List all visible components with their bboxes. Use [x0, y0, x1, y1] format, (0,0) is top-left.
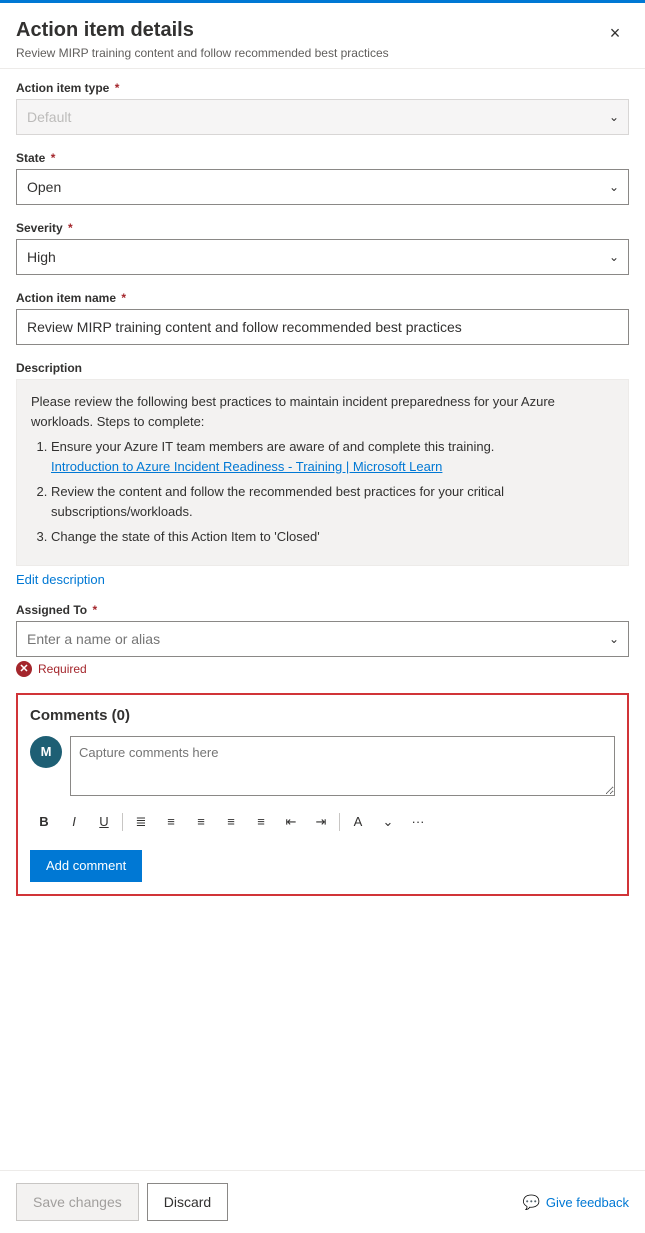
justify-button[interactable]: ≡ — [247, 808, 275, 836]
state-field: State * Open Closed In Progress ⌄ — [16, 151, 629, 205]
required-marker: * — [92, 603, 97, 617]
description-step-3: Change the state of this Action Item to … — [51, 527, 614, 547]
description-label: Description — [16, 361, 629, 375]
comment-input-area: M — [30, 736, 615, 796]
required-marker: * — [51, 151, 56, 165]
action-item-name-input[interactable] — [16, 309, 629, 345]
close-button[interactable]: × — [601, 19, 629, 47]
list-ordered-button[interactable]: ≡ — [157, 808, 185, 836]
action-item-type-field: Action item type * Default ⌄ — [16, 81, 629, 135]
assigned-to-label: Assigned To * — [16, 603, 629, 617]
action-item-type-select[interactable]: Default — [16, 99, 629, 135]
italic-button[interactable]: I — [60, 808, 88, 836]
comments-section: Comments (0) M B I U ≣ ≡ ≡ ≡ ≡ ⇤ ⇥ A ⌄ · — [16, 693, 629, 896]
underline-button[interactable]: U — [90, 808, 118, 836]
font-size-button[interactable]: A — [344, 808, 372, 836]
assigned-to-wrapper: ⌄ — [16, 621, 629, 657]
training-link[interactable]: Introduction to Azure Incident Readiness… — [51, 459, 442, 474]
required-marker: * — [68, 221, 73, 235]
action-item-type-wrapper: Default ⌄ — [16, 99, 629, 135]
description-steps: Ensure your Azure IT team members are aw… — [31, 437, 614, 547]
description-intro: Please review the following best practic… — [31, 394, 555, 429]
severity-field: Severity * High Medium Low ⌄ — [16, 221, 629, 275]
discard-button[interactable]: Discard — [147, 1183, 228, 1221]
panel-subtitle: Review MIRP training content and follow … — [16, 46, 629, 60]
state-label: State * — [16, 151, 629, 165]
assigned-to-input[interactable] — [16, 621, 629, 657]
error-icon: ✕ — [16, 661, 32, 677]
action-item-type-label: Action item type * — [16, 81, 629, 95]
required-error-text: Required — [38, 662, 87, 676]
feedback-icon: 💬 — [522, 1194, 539, 1211]
align-left-button[interactable]: ≣ — [127, 808, 155, 836]
font-size-chevron[interactable]: ⌄ — [374, 808, 402, 836]
action-item-name-field: Action item name * — [16, 291, 629, 345]
description-step-1: Ensure your Azure IT team members are aw… — [51, 437, 614, 476]
panel-title: Action item details — [16, 19, 629, 42]
assigned-to-field: Assigned To * ⌄ ✕ Required — [16, 603, 629, 677]
edit-description-link[interactable]: Edit description — [16, 572, 105, 587]
required-error: ✕ Required — [16, 661, 629, 677]
severity-wrapper: High Medium Low ⌄ — [16, 239, 629, 275]
toolbar-separator-2 — [339, 813, 340, 831]
save-changes-button[interactable]: Save changes — [16, 1183, 139, 1221]
action-item-panel: Action item details Review MIRP training… — [0, 0, 645, 1233]
avatar: M — [30, 736, 62, 768]
state-wrapper: Open Closed In Progress ⌄ — [16, 169, 629, 205]
align-right-button[interactable]: ≡ — [217, 808, 245, 836]
panel-footer: Save changes Discard 💬 Give feedback — [0, 1170, 645, 1233]
give-feedback-link[interactable]: 💬 Give feedback — [522, 1194, 629, 1211]
comments-title: Comments (0) — [30, 707, 615, 724]
more-options-button[interactable]: ··· — [404, 808, 432, 836]
panel-header: Action item details Review MIRP training… — [0, 3, 645, 69]
severity-label: Severity * — [16, 221, 629, 235]
description-field: Description Please review the following … — [16, 361, 629, 587]
feedback-label: Give feedback — [546, 1195, 629, 1210]
comment-toolbar: B I U ≣ ≡ ≡ ≡ ≡ ⇤ ⇥ A ⌄ ··· — [30, 804, 615, 840]
panel-content: Action item type * Default ⌄ State * Ope… — [0, 69, 645, 1170]
toolbar-separator — [122, 813, 123, 831]
comment-textarea[interactable] — [70, 736, 615, 796]
state-select[interactable]: Open Closed In Progress — [16, 169, 629, 205]
add-comment-button[interactable]: Add comment — [30, 850, 142, 882]
bold-button[interactable]: B — [30, 808, 58, 836]
required-marker: * — [121, 291, 126, 305]
description-content: Please review the following best practic… — [16, 379, 629, 566]
align-center-button[interactable]: ≡ — [187, 808, 215, 836]
footer-actions: Save changes Discard — [16, 1183, 228, 1221]
decrease-indent-button[interactable]: ⇤ — [277, 808, 305, 836]
description-step-2: Review the content and follow the recomm… — [51, 482, 614, 521]
severity-select[interactable]: High Medium Low — [16, 239, 629, 275]
increase-indent-button[interactable]: ⇥ — [307, 808, 335, 836]
required-marker: * — [115, 81, 120, 95]
action-item-name-label: Action item name * — [16, 291, 629, 305]
